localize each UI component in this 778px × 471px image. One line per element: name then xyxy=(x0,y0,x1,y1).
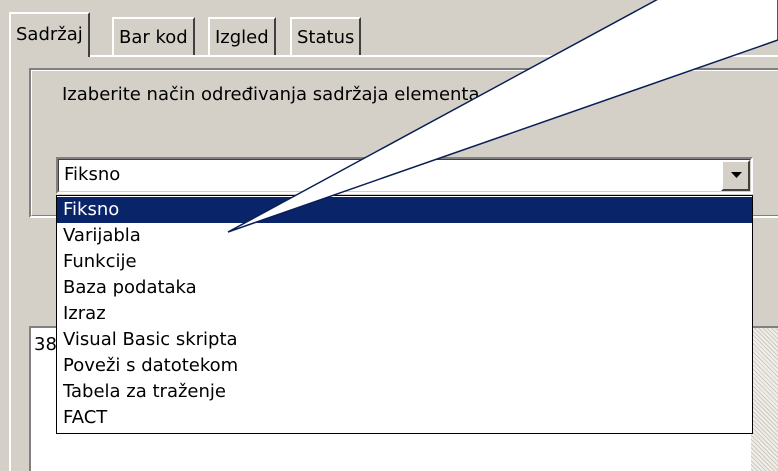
dropdown-item-tabela-za-trazenje[interactable]: Tabela za traženje xyxy=(57,379,752,405)
tab-izgled[interactable]: Izgled xyxy=(208,17,276,55)
tab-sadrzaj[interactable]: Sadržaj xyxy=(9,12,90,57)
tab-izgled-label: Izgled xyxy=(215,27,269,48)
dropdown-item-fact[interactable]: FACT xyxy=(57,405,752,431)
tab-status[interactable]: Status xyxy=(290,17,362,55)
tab-status-label: Status xyxy=(297,27,355,48)
instruction-label: Izaberite način određivanja sadržaja ele… xyxy=(62,84,480,105)
dropdown-item-izraz[interactable]: Izraz xyxy=(57,301,752,327)
dropdown-item-povezi-s-datotekom[interactable]: Poveži s datotekom xyxy=(57,353,752,379)
tab-bar-kod[interactable]: Bar kod xyxy=(112,17,195,55)
combobox-dropdown-button[interactable] xyxy=(721,160,750,191)
content-source-combobox[interactable]: Fiksno xyxy=(56,157,753,194)
vertical-scrollbar[interactable] xyxy=(751,328,778,471)
properties-dialog: Sadržaj Bar kod Izgled Status Izaberite … xyxy=(0,0,778,471)
combobox-value: Fiksno xyxy=(64,164,121,185)
dropdown-item-funkcije[interactable]: Funkcije xyxy=(57,249,752,275)
content-textarea-value: 38 xyxy=(34,334,57,355)
content-source-dropdown-list: Fiksno Varijabla Funkcije Baza podataka … xyxy=(56,195,753,434)
chevron-down-icon xyxy=(731,172,742,178)
tab-bar-kod-label: Bar kod xyxy=(119,27,188,48)
dropdown-item-fiksno[interactable]: Fiksno xyxy=(57,197,752,223)
dropdown-item-baza-podataka[interactable]: Baza podataka xyxy=(57,275,752,301)
tab-sadrzaj-label: Sadržaj xyxy=(16,24,83,45)
dropdown-item-varijabla[interactable]: Varijabla xyxy=(57,223,752,249)
dropdown-item-visual-basic-skripta[interactable]: Visual Basic skripta xyxy=(57,327,752,353)
